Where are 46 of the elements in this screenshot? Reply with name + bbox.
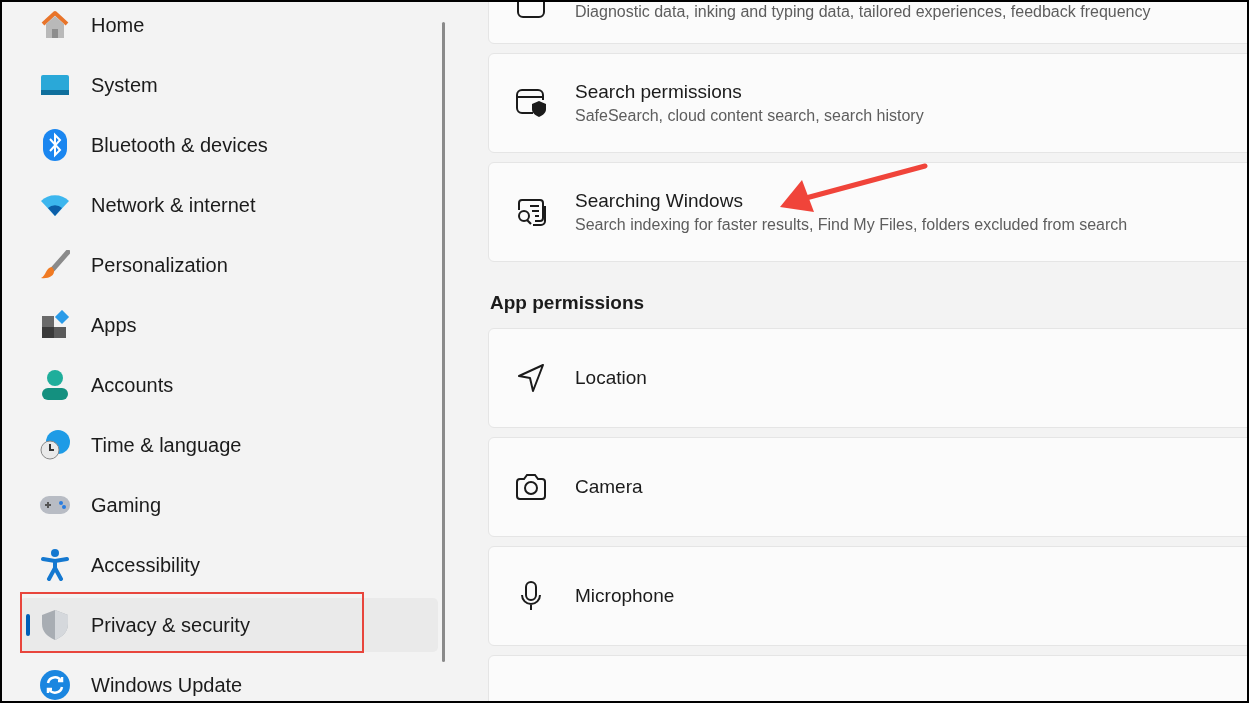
sidebar-item[interactable]: Accessibility bbox=[20, 538, 438, 592]
section-heading: App permissions bbox=[490, 292, 646, 314]
accessibility-icon bbox=[41, 549, 69, 581]
card-title: Searching Windows bbox=[575, 190, 744, 212]
sidebar-item[interactable]: Windows Update bbox=[20, 658, 438, 701]
sidebar-item[interactable]: Bluetooth & devices bbox=[20, 118, 438, 172]
sidebar-item[interactable]: Apps bbox=[20, 298, 438, 352]
home-icon bbox=[39, 10, 71, 40]
card-title: Microphone bbox=[575, 585, 675, 607]
card-title: Search permissions bbox=[575, 81, 743, 103]
card-description: SafeSearch, cloud content search, search history bbox=[575, 107, 924, 125]
sidebar-item[interactable]: Privacy & security bbox=[20, 598, 438, 652]
sidebar-item[interactable]: Network & internet bbox=[20, 178, 438, 232]
window-shield-icon bbox=[515, 88, 547, 118]
globe-clock-icon bbox=[39, 429, 71, 461]
sidebar-item[interactable]: Home bbox=[20, 2, 438, 52]
settings-card[interactable] bbox=[488, 655, 1247, 701]
settings-card[interactable]: Microphone bbox=[488, 546, 1247, 646]
settings-card[interactable]: Searching Windows Search indexing for faster results, Find My Files, folders excluded from search bbox=[488, 162, 1247, 262]
microphone-icon bbox=[519, 580, 543, 612]
monitor-icon bbox=[40, 73, 70, 97]
settings-card[interactable]: Camera bbox=[488, 437, 1247, 537]
card-title: Camera bbox=[575, 476, 643, 498]
sidebar-item[interactable]: Personalization bbox=[20, 238, 438, 292]
selection-indicator bbox=[26, 614, 30, 636]
card-description: Search indexing for faster results, Find My Files, folders excluded from search bbox=[575, 216, 1128, 234]
person-icon bbox=[41, 369, 69, 401]
sidebar-item[interactable]: System bbox=[20, 58, 438, 112]
settings-card[interactable]: Search permissions SafeSearch, cloud content search, search history bbox=[488, 53, 1247, 153]
camera-icon bbox=[515, 473, 547, 501]
paintbrush-icon bbox=[40, 250, 70, 280]
gamepad-icon bbox=[39, 494, 71, 516]
settings-card[interactable]: Location bbox=[488, 328, 1247, 428]
location-arrow-icon bbox=[517, 363, 545, 393]
sidebar-item[interactable]: Gaming bbox=[20, 478, 438, 532]
sidebar-item[interactable]: Accounts bbox=[20, 358, 438, 412]
apps-icon bbox=[40, 310, 70, 340]
search-list-icon bbox=[515, 198, 547, 226]
sidebar-item[interactable]: Time & language bbox=[20, 418, 438, 472]
shield-icon bbox=[41, 609, 69, 641]
settings-card[interactable]: Diagnostic data, inking and typing data, tailored experiences, feedback frequency bbox=[488, 2, 1247, 44]
wifi-icon bbox=[40, 193, 70, 217]
bluetooth-icon bbox=[43, 129, 67, 161]
card-title: Location bbox=[575, 367, 647, 389]
card-description: Diagnostic data, inking and typing data, tailored experiences, feedback frequency bbox=[575, 3, 1151, 21]
scrollbar[interactable] bbox=[442, 22, 445, 662]
